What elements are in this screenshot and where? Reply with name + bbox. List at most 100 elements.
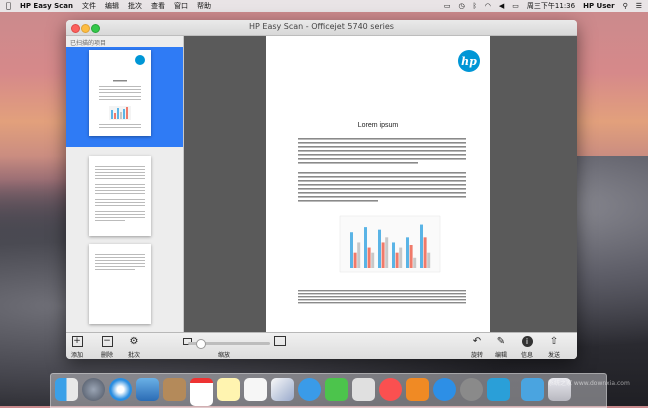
page-thumbnail-1[interactable]: [89, 50, 151, 136]
rotate-button[interactable]: ↶ 旋转: [464, 336, 490, 359]
itunes-icon[interactable]: [379, 378, 402, 401]
thumbnail-content: [95, 166, 145, 221]
paragraph-1: [298, 138, 466, 164]
thumbnail-content: [95, 254, 145, 270]
watermark: 系统之家 www.downxia.com: [548, 380, 630, 387]
hp-easy-scan-icon[interactable]: [487, 378, 510, 401]
calendar-icon[interactable]: [190, 378, 213, 406]
system-preferences-icon[interactable]: [460, 378, 483, 401]
downloads-folder-icon[interactable]: [521, 378, 544, 401]
menu-file[interactable]: 文件: [82, 1, 96, 11]
edit-button[interactable]: ✎ 编辑: [488, 336, 514, 359]
page-content: hp: [298, 50, 480, 304]
messages-icon[interactable]: [298, 378, 321, 401]
spotlight-icon[interactable]: ⚲: [623, 2, 628, 10]
bottom-toolbar: + 添加 − 删除 ⚙ 批次 缩放 ↶ 旋转 ✎ 编辑 i 信息 ⇧ 发送: [66, 332, 577, 359]
chart-bar: [353, 252, 357, 268]
finder-icon[interactable]: [55, 378, 78, 401]
facetime-icon[interactable]: [325, 378, 348, 401]
zoom-slider-knob[interactable]: [196, 339, 206, 349]
rotate-icon: ↶: [472, 336, 482, 347]
wifi-icon[interactable]: ◠: [485, 2, 491, 10]
volume-icon[interactable]: ◀: [499, 2, 504, 10]
chart-bar: [350, 232, 353, 268]
zoom-in-icon[interactable]: [274, 336, 286, 346]
edit-label: 编辑: [494, 352, 507, 359]
chart-bar: [371, 252, 375, 268]
preview-area[interactable]: hp Lorem ipsum: [184, 36, 577, 332]
scanned-items-sidebar[interactable]: 已扫描的项目: [66, 36, 184, 332]
chart-bar: [420, 224, 423, 268]
timemachine-icon[interactable]: ◷: [458, 2, 464, 10]
add-label: 添加: [70, 352, 83, 359]
chart-bar: [409, 245, 413, 268]
dock: [50, 373, 607, 408]
chart-bar: [413, 257, 417, 268]
bluetooth-icon[interactable]: ᛒ: [473, 2, 477, 10]
launchpad-icon[interactable]: [82, 378, 105, 401]
scanned-page: hp Lorem ipsum: [266, 36, 490, 332]
hp-logo-text: hp: [461, 55, 477, 68]
add-button[interactable]: + 添加: [66, 336, 90, 359]
chart-bar: [399, 247, 403, 268]
chart-bar: [385, 237, 389, 268]
user-menu[interactable]: HP User: [583, 2, 614, 10]
plus-icon: +: [71, 336, 83, 347]
delete-button[interactable]: − 删除: [94, 336, 120, 359]
chart-bar: [357, 242, 361, 268]
paragraph-3: [298, 290, 466, 304]
title-bar: HP Easy Scan - Officejet 5740 series: [66, 20, 577, 36]
info-label: 信息: [520, 352, 533, 359]
chart-bar: [367, 247, 371, 268]
contacts-icon[interactable]: [163, 378, 186, 401]
thumbnail-content: [99, 55, 145, 128]
chart-bar: [427, 252, 431, 268]
send-label: 发送: [547, 352, 560, 359]
safari-icon[interactable]: [109, 378, 132, 401]
menu-bar:  HP Easy Scan 文件 编辑 批次 查看 窗口 帮助 ▭ ◷ ᛒ ◠…: [0, 0, 648, 12]
battery-icon[interactable]: ▭: [512, 2, 519, 10]
notification-icon[interactable]: ☰: [636, 2, 642, 10]
chart-bar: [395, 252, 399, 268]
send-button[interactable]: ⇧ 发送: [541, 336, 567, 359]
minus-icon: −: [101, 336, 113, 347]
share-icon: ⇧: [549, 336, 559, 347]
rotate-label: 旋转: [470, 352, 483, 359]
menu-edit[interactable]: 编辑: [105, 1, 119, 11]
clock[interactable]: 周三下午11:36: [527, 1, 575, 11]
window-title: HP Easy Scan - Officejet 5740 series: [249, 22, 394, 31]
maps-icon[interactable]: [271, 378, 294, 401]
batch-button[interactable]: ⚙ 批次: [121, 336, 147, 359]
chart-bar: [378, 229, 381, 268]
photos-icon[interactable]: [352, 378, 375, 401]
app-menu[interactable]: HP Easy Scan: [20, 2, 73, 10]
pencil-icon: ✎: [496, 336, 506, 347]
notes-icon[interactable]: [217, 378, 240, 401]
page-thumbnail-3[interactable]: [89, 244, 151, 324]
airplay-icon[interactable]: ▭: [444, 2, 451, 10]
mail-icon[interactable]: [136, 378, 159, 401]
menu-window[interactable]: 窗口: [174, 1, 188, 11]
page-thumbnail-2[interactable]: [89, 156, 151, 236]
page-heading: Lorem ipsum: [357, 122, 399, 129]
chart-bar: [392, 242, 395, 268]
scan-window: HP Easy Scan - Officejet 5740 series 已扫描…: [66, 20, 577, 359]
chart-bar: [423, 237, 427, 268]
menu-help[interactable]: 帮助: [197, 1, 211, 11]
zoom-slider[interactable]: [188, 339, 270, 349]
app-store-icon[interactable]: [433, 378, 456, 401]
reminders-icon[interactable]: [244, 378, 267, 401]
delete-label: 删除: [100, 352, 113, 359]
zoom-label: 缩放: [218, 352, 231, 359]
apple-icon[interactable]: : [6, 2, 14, 10]
chart-bar: [364, 227, 367, 268]
ibooks-icon[interactable]: [406, 378, 429, 401]
menu-view[interactable]: 查看: [151, 1, 165, 11]
chart-bar: [381, 242, 385, 268]
batch-label: 批次: [127, 352, 140, 359]
info-button[interactable]: i 信息: [514, 336, 540, 359]
gear-icon: ⚙: [129, 336, 139, 347]
info-icon: i: [521, 336, 533, 347]
menu-batch[interactable]: 批次: [128, 1, 142, 11]
paragraph-2: [298, 172, 466, 202]
